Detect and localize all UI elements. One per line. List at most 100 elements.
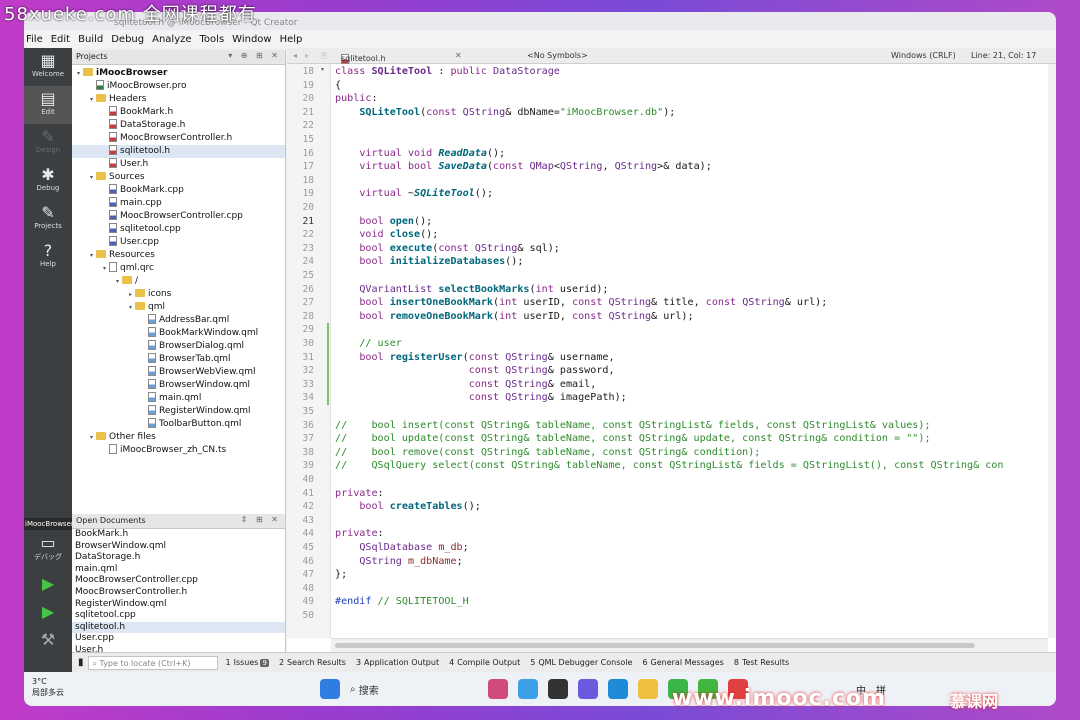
start-icon[interactable]: [320, 679, 340, 699]
tree-item[interactable]: DataStorage.h: [72, 119, 285, 132]
app-icon[interactable]: [488, 679, 508, 699]
tree-item[interactable]: ToolbarButton.qml: [72, 418, 285, 431]
tree-item[interactable]: ▾ iMoocBrowser: [72, 67, 285, 80]
vertical-scrollbar[interactable]: [1048, 64, 1056, 638]
code-line[interactable]: virtual ~SQLiteTool();: [335, 187, 493, 201]
output-tab-compile-output[interactable]: 4 Compile Output: [449, 658, 520, 667]
code-line[interactable]: {: [335, 79, 341, 93]
code-line[interactable]: QVariantList selectBookMarks(int userid)…: [335, 283, 608, 297]
code-line[interactable]: public:: [335, 92, 378, 106]
sidebar-toggle-icon[interactable]: ▮: [78, 657, 84, 668]
code-line[interactable]: private:: [335, 487, 384, 501]
code-line[interactable]: bool execute(const QString& sql);: [335, 242, 560, 256]
menu-edit[interactable]: Edit: [51, 34, 76, 45]
menu-debug[interactable]: Debug: [111, 34, 150, 45]
tree-item[interactable]: ▸ icons: [72, 288, 285, 301]
menu-help[interactable]: Help: [280, 34, 309, 45]
code-line[interactable]: bool registerUser(const QString& usernam…: [335, 351, 614, 365]
output-tab-search-results[interactable]: 2 Search Results: [279, 658, 346, 667]
mode-projects[interactable]: ✎ Projects: [24, 200, 72, 238]
menu-file[interactable]: File: [26, 34, 49, 45]
code-line[interactable]: QString m_dbName;: [335, 555, 462, 569]
code-line[interactable]: // bool update(const QString& tableName,…: [335, 432, 931, 446]
chevron-down-icon[interactable]: ▾: [87, 249, 96, 262]
build-icon[interactable]: ⚒: [24, 626, 72, 654]
horizontal-scrollbar[interactable]: [331, 638, 1048, 652]
kit-project[interactable]: iMoocBrowser: [24, 518, 74, 530]
tree-item[interactable]: RegisterWindow.qml: [72, 405, 285, 418]
code-line[interactable]: void close();: [335, 228, 438, 242]
code-line[interactable]: bool createTables();: [335, 500, 481, 514]
run-icon[interactable]: ▶: [24, 570, 72, 598]
forward-icon[interactable]: ▸: [305, 51, 309, 60]
code-line[interactable]: bool removeOneBookMark(int userID, const…: [335, 310, 693, 324]
code-line[interactable]: // user: [335, 337, 402, 351]
menu-tools[interactable]: Tools: [200, 34, 231, 45]
code-line[interactable]: bool initializeDatabases();: [335, 255, 523, 269]
open-document-item[interactable]: sqlitetool.h: [72, 621, 285, 634]
tree-item[interactable]: main.qml: [72, 392, 285, 405]
open-document-item[interactable]: sqlitetool.cpp: [72, 610, 285, 622]
open-document-item[interactable]: RegisterWindow.qml: [72, 599, 285, 611]
tree-item[interactable]: sqlitetool.cpp: [72, 223, 285, 236]
open-document-item[interactable]: User.cpp: [72, 633, 285, 645]
output-tab-general-messages[interactable]: 6 General Messages: [642, 658, 723, 667]
menu-build[interactable]: Build: [78, 34, 109, 45]
output-tab-application-output[interactable]: 3 Application Output: [356, 658, 439, 667]
tree-item[interactable]: iMoocBrowser.pro: [72, 80, 285, 93]
tree-item[interactable]: BookMark.h: [72, 106, 285, 119]
chevron-down-icon[interactable]: ▾: [113, 275, 122, 288]
code-line[interactable]: bool open();: [335, 215, 432, 229]
scrollbar-thumb[interactable]: [335, 643, 975, 648]
line-ending-dropdown[interactable]: Windows (CRLF): [891, 51, 956, 60]
weather-widget[interactable]: 3°C 局部多云: [32, 676, 64, 698]
split-icon[interactable]: ⎘: [321, 51, 327, 61]
code-editor[interactable]: ◂ ▸ ⎘ sqlitetool.h ✕ <No Symbols> Window…: [287, 48, 1056, 652]
chevron-down-icon[interactable]: ▾: [87, 93, 96, 106]
tree-item[interactable]: BrowserWebView.qml: [72, 366, 285, 379]
edge-icon[interactable]: [608, 679, 628, 699]
tree-item[interactable]: ▾ /: [72, 275, 285, 288]
close-tab-icon[interactable]: ✕: [455, 51, 462, 60]
tree-item[interactable]: MoocBrowserController.cpp: [72, 210, 285, 223]
locator-input[interactable]: ⌕ Type to locate (Ctrl+K): [87, 655, 218, 670]
code-line[interactable]: // bool remove(const QString& tableName,…: [335, 446, 760, 460]
chevron-down-icon[interactable]: ▾: [100, 262, 109, 275]
code-line[interactable]: const QString& email,: [335, 378, 597, 392]
code-line[interactable]: bool insertOneBookMark(int userID, const…: [335, 296, 827, 310]
tree-item[interactable]: ▾ Sources: [72, 171, 285, 184]
code-line[interactable]: const QString& imagePath);: [335, 391, 627, 405]
folder-icon[interactable]: [638, 679, 658, 699]
code-line[interactable]: virtual void ReadData();: [335, 147, 505, 161]
tree-item[interactable]: ▾ qml: [72, 301, 285, 314]
open-document-item[interactable]: MoocBrowserController.h: [72, 587, 285, 599]
tree-item[interactable]: BrowserTab.qml: [72, 353, 285, 366]
tree-item[interactable]: ▾ Other files: [72, 431, 285, 444]
mode-welcome[interactable]: ▦ Welcome: [24, 48, 72, 86]
open-document-item[interactable]: main.qml: [72, 564, 285, 576]
tree-item[interactable]: main.cpp: [72, 197, 285, 210]
kit-config[interactable]: ▭ デバッグ: [24, 530, 72, 570]
tree-item[interactable]: BrowserDialog.qml: [72, 340, 285, 353]
code-line[interactable]: // bool insert(const QString& tableName,…: [335, 419, 931, 433]
panel-controls[interactable]: ⇕ ⊞ ✕: [241, 515, 281, 524]
code-line[interactable]: virtual bool SaveData(const QMap<QString…: [335, 160, 712, 174]
open-document-item[interactable]: BrowserWindow.qml: [72, 541, 285, 553]
taskbar-search[interactable]: ⌕ 搜索: [350, 678, 480, 700]
menu-window[interactable]: Window: [232, 34, 277, 45]
code-line[interactable]: };: [335, 568, 347, 582]
mode-design[interactable]: ✎ Design: [24, 124, 72, 162]
output-tab-issues[interactable]: 1 Issues 9: [226, 658, 269, 667]
tree-item[interactable]: ▾ Resources: [72, 249, 285, 262]
menu-analyze[interactable]: Analyze: [152, 34, 197, 45]
chevron-down-icon[interactable]: ▾: [126, 301, 135, 314]
code-line[interactable]: private:: [335, 527, 384, 541]
code-line[interactable]: QSqlDatabase m_db;: [335, 541, 468, 555]
code-line[interactable]: class SQLiteTool : public DataStorage: [335, 65, 560, 79]
chevron-down-icon[interactable]: ▾: [87, 171, 96, 184]
tree-item[interactable]: sqlitetool.h: [72, 145, 285, 158]
app-icon[interactable]: [518, 679, 538, 699]
code-line[interactable]: const QString& password,: [335, 364, 615, 378]
tree-item[interactable]: BookMark.cpp: [72, 184, 285, 197]
mode-edit[interactable]: ▤ Edit: [24, 86, 72, 124]
